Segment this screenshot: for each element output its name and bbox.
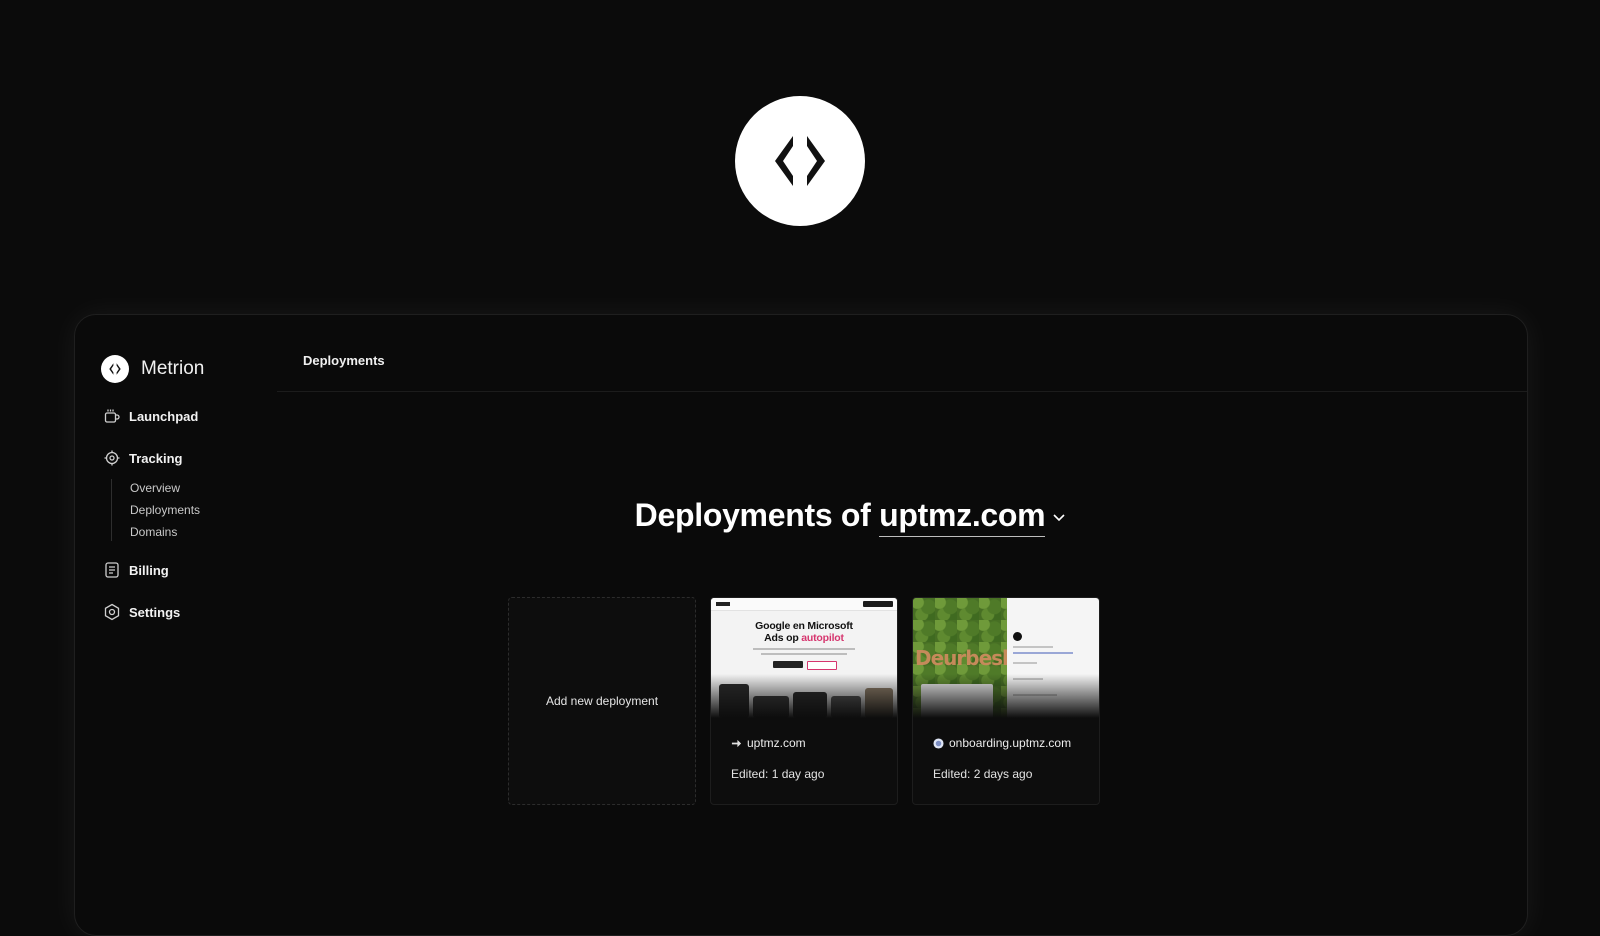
deployments-heading: Deployments of uptmz.com bbox=[75, 497, 1527, 537]
brand-name: Metrion bbox=[141, 358, 205, 379]
coffee-cup-icon bbox=[104, 409, 120, 423]
sidebar-item-label: Billing bbox=[129, 562, 169, 578]
preview-fade bbox=[913, 674, 1099, 718]
preview-headline-line-2: Ads op autopilot bbox=[711, 632, 897, 644]
hero-logo bbox=[735, 96, 865, 226]
preview-text-line bbox=[1013, 652, 1073, 654]
preview-headline: Google en Microsoft Ads op autopilot bbox=[711, 620, 897, 644]
domain-selector[interactable]: uptmz.com bbox=[879, 497, 1067, 537]
page-header: Deployments bbox=[277, 315, 1527, 392]
preview-text-line bbox=[1013, 662, 1037, 664]
page-title: Deployments bbox=[303, 353, 385, 368]
site-favicon-icon bbox=[933, 737, 944, 749]
preview-text-line bbox=[753, 648, 855, 650]
preview-navbar bbox=[711, 598, 897, 611]
code-brackets-icon bbox=[775, 136, 825, 186]
deployment-edited: Edited: 1 day ago bbox=[731, 767, 825, 781]
preview-logo-dot bbox=[1013, 632, 1022, 641]
preview-button-secondary bbox=[807, 661, 837, 670]
deployment-card[interactable]: Google en Microsoft Ads op autopilot upt… bbox=[710, 597, 898, 805]
preview-button-primary bbox=[773, 661, 803, 668]
code-brackets-icon bbox=[109, 363, 121, 375]
target-icon bbox=[104, 450, 120, 466]
deployment-site-name: uptmz.com bbox=[747, 736, 806, 750]
receipt-icon bbox=[105, 562, 119, 578]
deployment-preview: Deurbesl bbox=[913, 598, 1099, 718]
sidebar: Metrion Launchpad Tracking Overview Depl… bbox=[75, 315, 277, 935]
preview-brandmark bbox=[716, 602, 730, 606]
brand-logo bbox=[101, 355, 129, 383]
sidebar-item-launchpad[interactable]: Launchpad bbox=[103, 407, 198, 425]
sidebar-item-billing[interactable]: Billing bbox=[103, 561, 169, 579]
deployment-site-name: onboarding.uptmz.com bbox=[949, 736, 1072, 750]
gear-icon bbox=[104, 603, 120, 621]
sidebar-item-label: Launchpad bbox=[129, 408, 199, 424]
sidebar-item-label: Tracking bbox=[129, 450, 183, 466]
sidebar-item-label: Settings bbox=[129, 604, 181, 620]
chevron-down-icon bbox=[1053, 514, 1065, 522]
preview-fade bbox=[711, 674, 897, 718]
preview-sign: Deurbesl bbox=[915, 646, 1009, 670]
brand[interactable]: Metrion bbox=[101, 355, 204, 383]
deployment-cards: Add new deployment Google en Microsoft A… bbox=[508, 597, 1114, 805]
app-window: Metrion Launchpad Tracking Overview Depl… bbox=[74, 314, 1528, 936]
deployment-site: onboarding.uptmz.com bbox=[933, 736, 1071, 750]
preview-headline-accent: autopilot bbox=[801, 632, 844, 644]
deployment-card[interactable]: Deurbesl onboarding.uptmz.com Edited: 2 … bbox=[912, 597, 1100, 805]
preview-text-line bbox=[1013, 646, 1053, 648]
preview-text-line bbox=[761, 653, 847, 655]
domain-name: uptmz.com bbox=[879, 497, 1046, 537]
preview-headline-text: Ads op bbox=[764, 632, 799, 644]
preview-headline-line-1: Google en Microsoft bbox=[755, 620, 853, 632]
deployment-edited: Edited: 2 days ago bbox=[933, 767, 1033, 781]
site-favicon-icon bbox=[731, 739, 742, 747]
preview-nav-button bbox=[863, 601, 893, 607]
heading-prefix: Deployments of bbox=[634, 497, 871, 533]
sidebar-item-settings[interactable]: Settings bbox=[103, 603, 180, 621]
deployment-preview: Google en Microsoft Ads op autopilot bbox=[711, 598, 897, 718]
add-deployment-card[interactable]: Add new deployment bbox=[508, 597, 696, 805]
sidebar-item-tracking[interactable]: Tracking bbox=[103, 449, 182, 467]
deployment-site: uptmz.com bbox=[731, 736, 806, 750]
add-deployment-label: Add new deployment bbox=[545, 694, 659, 708]
